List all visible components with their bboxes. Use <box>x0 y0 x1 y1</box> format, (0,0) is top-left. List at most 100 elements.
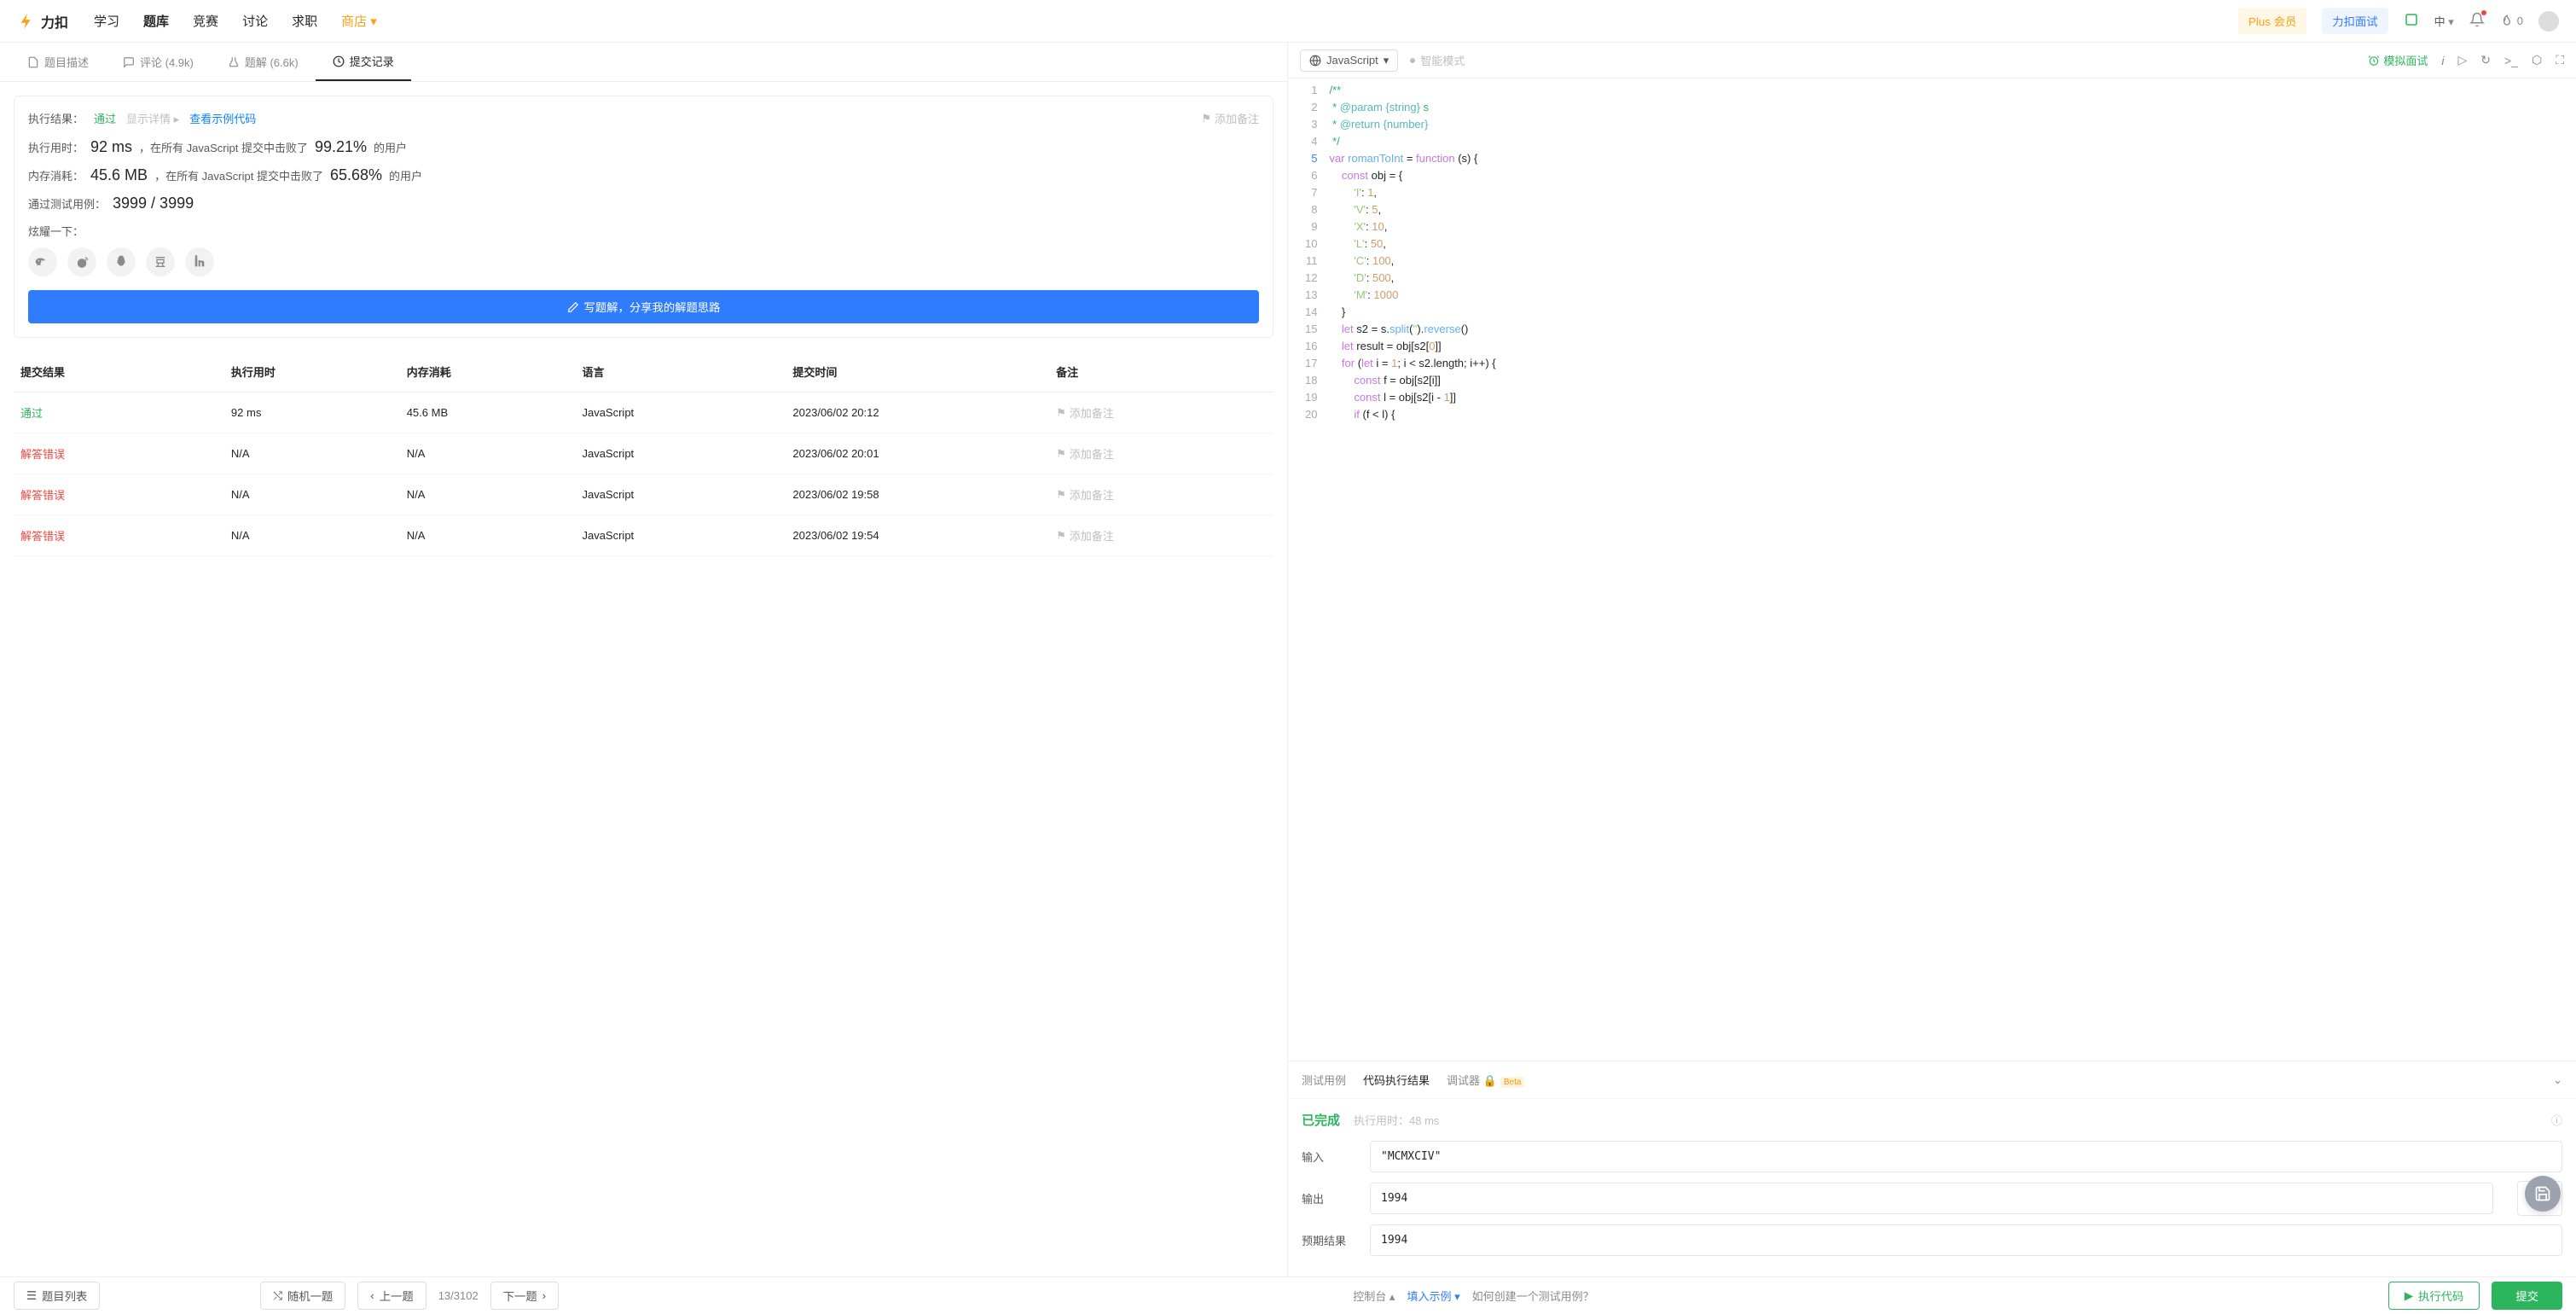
play-icon[interactable]: ▷ <box>2457 53 2467 67</box>
code-toolbar: JavaScript ▾ 智能模式 模拟面试 i ▷ ↻ >_ ⬡ ⛶ <box>1288 43 2576 78</box>
tab-submissions[interactable]: 提交记录 <box>316 43 411 81</box>
code-content[interactable]: /** * @param {string} s * @return {numbe… <box>1329 78 1495 1061</box>
memory-label: 内存消耗： <box>28 167 84 183</box>
table-header: 提交结果 执行用时 内存消耗 语言 提交时间 备注 <box>14 352 1273 392</box>
nav-store[interactable]: 商店 ▾ <box>341 12 377 30</box>
status-cell[interactable]: 通过 <box>20 404 231 421</box>
submit-button[interactable]: 提交 <box>2492 1282 2562 1310</box>
table-row[interactable]: 解答错误 N/A N/A JavaScript 2023/06/02 19:54… <box>14 515 1273 556</box>
tab-solutions[interactable]: 题解 (6.6k) <box>211 43 316 81</box>
qq-icon[interactable] <box>107 247 136 276</box>
plus-button[interactable]: Plus 会员 <box>2238 8 2306 34</box>
add-note-cell[interactable]: ⚑添加备注 <box>1056 527 1267 544</box>
bell-icon[interactable] <box>2469 12 2485 30</box>
settings-icon[interactable]: ⬡ <box>2532 53 2542 67</box>
top-nav: 力扣 学习 题库 竞赛 讨论 求职 商店 ▾ Plus 会员 力扣面试 中 ▾ … <box>0 0 2576 43</box>
flag-icon: ⚑ <box>1056 529 1066 543</box>
ai-mode-toggle[interactable]: 智能模式 <box>1410 52 1465 68</box>
tab-comments[interactable]: 评论 (4.9k) <box>106 43 211 81</box>
nav-discuss[interactable]: 讨论 <box>242 12 268 30</box>
next-button[interactable]: 下一题› <box>490 1282 559 1310</box>
share-label: 炫耀一下： <box>28 223 1259 239</box>
problem-tabs: 题目描述 评论 (4.9k) 题解 (6.6k) 提交记录 <box>0 43 1287 82</box>
reset-icon[interactable]: ↻ <box>2480 53 2491 67</box>
linkedin-icon[interactable] <box>185 247 214 276</box>
language-select[interactable]: JavaScript ▾ <box>1300 49 1398 72</box>
mock-interview-button[interactable]: 模拟面试 <box>2368 52 2428 68</box>
run-button[interactable]: ▶执行代码 <box>2388 1282 2480 1310</box>
fill-sample-link[interactable]: 填入示例 ▾ <box>1407 1288 1459 1304</box>
table-row[interactable]: 解答错误 N/A N/A JavaScript 2023/06/02 19:58… <box>14 474 1273 515</box>
topnav-right: Plus 会员 力扣面试 中 ▾ 0 <box>2238 8 2559 34</box>
tab-debugger[interactable]: 调试器 🔒Beta <box>1447 1068 1524 1091</box>
random-button[interactable]: ⤭随机一题 <box>260 1282 345 1310</box>
status-cell[interactable]: 解答错误 <box>20 445 231 462</box>
streak-counter[interactable]: 0 <box>2500 15 2523 28</box>
float-save-button[interactable] <box>2525 1176 2561 1212</box>
nav-study[interactable]: 学习 <box>94 12 119 30</box>
write-solution-button[interactable]: 写题解，分享我的解题思路 <box>28 290 1259 323</box>
clock-icon <box>333 55 345 67</box>
status-cell[interactable]: 解答错误 <box>20 486 231 503</box>
runtime-value: 92 ms <box>90 138 132 156</box>
runtime-label: 执行用时： <box>28 139 84 155</box>
terminal-icon[interactable]: >_ <box>2504 54 2518 67</box>
info-icon[interactable]: i <box>2441 54 2444 67</box>
flag-icon: ⚑ <box>1056 488 1066 502</box>
result-card: 执行结果： 通过 显示详情 ▸ 查看示例代码 ⚑添加备注 执行用时： 92 ms… <box>14 96 1273 338</box>
flag-icon: ⚑ <box>1056 447 1066 461</box>
output-label: 输出 <box>1302 1190 1353 1206</box>
add-note-cell[interactable]: ⚑添加备注 <box>1056 445 1267 462</box>
problem-list-button[interactable]: ☰题目列表 <box>14 1282 100 1310</box>
nav-jobs[interactable]: 求职 <box>292 12 317 30</box>
nav-contest[interactable]: 竞赛 <box>193 12 218 30</box>
douban-icon[interactable] <box>146 247 175 276</box>
nav-problems[interactable]: 题库 <box>143 12 169 30</box>
console-toggle[interactable]: 控制台 ▴ <box>1353 1288 1395 1304</box>
chevron-down-icon: ▾ <box>1384 54 1390 67</box>
logo[interactable]: 力扣 <box>17 11 68 32</box>
table-row[interactable]: 通过 92 ms 45.6 MB JavaScript 2023/06/02 2… <box>14 392 1273 433</box>
input-label: 输入 <box>1302 1148 1353 1165</box>
done-runtime: 执行用时：48 ms <box>1354 1112 1439 1128</box>
chevron-right-icon: › <box>542 1289 546 1302</box>
add-note-cell[interactable]: ⚑添加备注 <box>1056 404 1267 421</box>
result-label: 执行结果： <box>28 110 84 126</box>
chevron-left-icon: ‹ <box>370 1289 374 1302</box>
flag-icon: ⚑ <box>1201 112 1211 125</box>
interview-button[interactable]: 力扣面试 <box>2322 8 2387 34</box>
tab-testcase[interactable]: 测试用例 <box>1302 1068 1346 1091</box>
playground-icon[interactable] <box>2404 12 2419 30</box>
status-cell[interactable]: 解答错误 <box>20 527 231 544</box>
chevron-down-icon: ▾ <box>2448 15 2454 28</box>
problem-counter: 13/3102 <box>438 1289 479 1302</box>
fullscreen-icon[interactable]: ⛶ <box>2556 53 2564 67</box>
add-note-cell[interactable]: ⚑添加备注 <box>1056 486 1267 503</box>
add-note-button[interactable]: ⚑添加备注 <box>1201 110 1259 126</box>
shuffle-icon: ⤭ <box>273 1289 282 1303</box>
how-create-link[interactable]: 如何创建一个测试用例？ <box>1472 1288 1594 1304</box>
input-box[interactable]: "MCMXCIV" <box>1370 1141 2562 1172</box>
avatar[interactable] <box>2538 11 2559 32</box>
play-icon: ▶ <box>2405 1289 2413 1303</box>
help-icon[interactable]: ⓘ <box>2551 1112 2562 1128</box>
code-editor[interactable]: 1234567891011121314151617181920 /** * @p… <box>1288 78 2576 1061</box>
view-sample-link[interactable]: 查看示例代码 <box>189 110 256 126</box>
bottom-bar: ☰题目列表 ⤭随机一题 ‹上一题 13/3102 下一题› 控制台 ▴ 填入示例… <box>0 1276 2576 1314</box>
language-selector[interactable]: 中 ▾ <box>2434 13 2454 29</box>
wechat-icon[interactable] <box>28 247 57 276</box>
status-badge: 通过 <box>94 110 116 126</box>
output-box: 1994 <box>1370 1183 2493 1214</box>
tab-description[interactable]: 题目描述 <box>10 43 106 81</box>
pencil-icon <box>567 301 579 313</box>
weibo-icon[interactable] <box>67 247 96 276</box>
tab-result[interactable]: 代码执行结果 <box>1363 1068 1430 1091</box>
line-gutter: 1234567891011121314151617181920 <box>1288 78 1329 1061</box>
table-row[interactable]: 解答错误 N/A N/A JavaScript 2023/06/02 20:01… <box>14 433 1273 474</box>
comment-icon <box>123 56 135 68</box>
collapse-icon[interactable]: ⌄ <box>2553 1073 2562 1087</box>
console-panel: 测试用例 代码执行结果 调试器 🔒Beta ⌄ 已完成 执行用时：48 ms ⓘ… <box>1288 1061 2576 1276</box>
show-detail-link[interactable]: 显示详情 ▸ <box>126 110 179 126</box>
prev-button[interactable]: ‹上一题 <box>357 1282 426 1310</box>
flag-icon: ⚑ <box>1056 406 1066 420</box>
